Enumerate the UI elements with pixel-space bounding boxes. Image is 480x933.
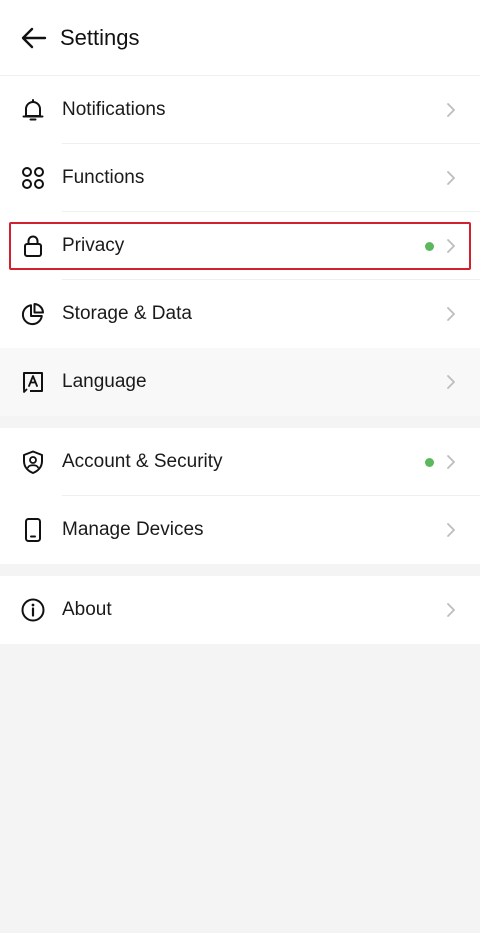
- settings-item-label: Functions: [62, 167, 145, 188]
- settings-item-label: Privacy: [62, 235, 125, 256]
- settings-item-functions[interactable]: Functions: [0, 144, 480, 212]
- page-title: Settings: [60, 24, 140, 50]
- info-icon: [20, 597, 46, 623]
- settings-item-privacy[interactable]: Privacy: [0, 212, 480, 280]
- language-icon: [20, 369, 46, 395]
- grid-icon: [20, 165, 46, 191]
- chevron-right-icon: [444, 601, 458, 619]
- settings-item-label: Manage Devices: [62, 519, 204, 540]
- header: Settings: [0, 0, 480, 76]
- section-gap: [0, 564, 480, 576]
- chevron-right-icon: [444, 237, 458, 255]
- settings-group-general: Notifications Functions Privacy Storage …: [0, 76, 480, 416]
- pie-chart-icon: [20, 301, 46, 327]
- bell-icon: [20, 97, 46, 123]
- arrow-left-icon: [21, 27, 47, 48]
- settings-item-notifications[interactable]: Notifications: [0, 76, 480, 144]
- lock-icon: [20, 233, 46, 259]
- settings-group-about: About: [0, 576, 480, 644]
- settings-item-label: About: [62, 599, 112, 620]
- chevron-right-icon: [444, 305, 458, 323]
- chevron-right-icon: [444, 101, 458, 119]
- settings-group-account: Account & Security Manage Devices: [0, 428, 480, 564]
- settings-item-language[interactable]: Language: [0, 348, 480, 416]
- shield-user-icon: [20, 449, 46, 475]
- settings-item-label: Account & Security: [62, 451, 223, 472]
- back-button[interactable]: [12, 16, 56, 60]
- notification-dot: [425, 241, 434, 251]
- settings-item-about[interactable]: About: [0, 576, 480, 644]
- chevron-right-icon: [444, 521, 458, 539]
- chevron-right-icon: [444, 373, 458, 391]
- phone-icon: [20, 517, 46, 543]
- settings-item-storage-data[interactable]: Storage & Data: [0, 280, 480, 348]
- settings-item-label: Notifications: [62, 99, 166, 120]
- section-gap: [0, 416, 480, 428]
- notification-dot: [425, 457, 434, 467]
- settings-item-manage-devices[interactable]: Manage Devices: [0, 496, 480, 564]
- settings-item-account-security[interactable]: Account & Security: [0, 428, 480, 496]
- settings-item-label: Language: [62, 371, 147, 392]
- chevron-right-icon: [444, 453, 458, 471]
- chevron-right-icon: [444, 169, 458, 187]
- settings-item-label: Storage & Data: [62, 303, 192, 324]
